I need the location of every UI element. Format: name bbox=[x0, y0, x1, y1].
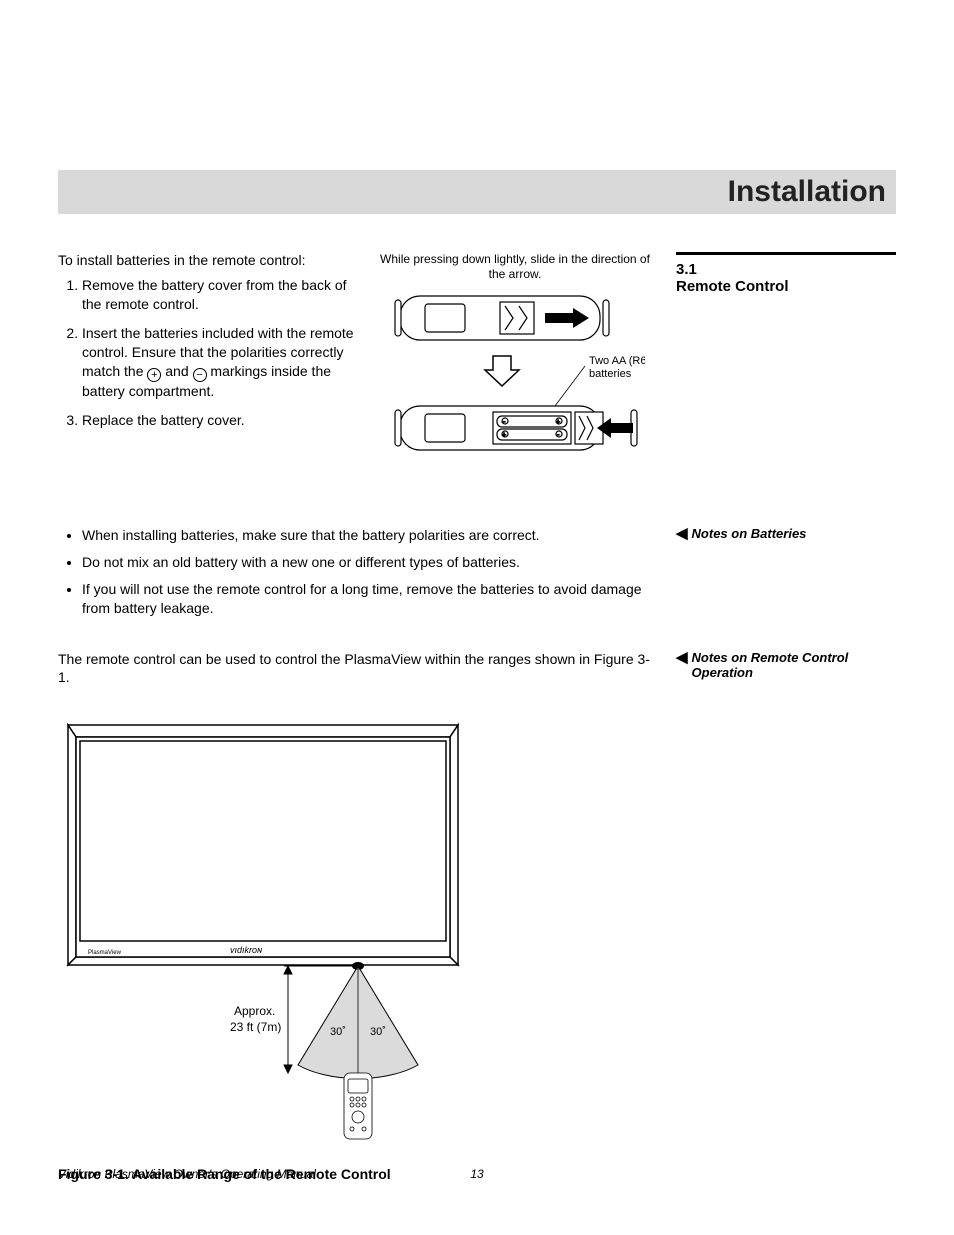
step-2-mid: and bbox=[161, 363, 192, 379]
triangle-left-icon: ◀ bbox=[676, 650, 688, 665]
battery-note-3: If you will not use the remote control f… bbox=[82, 580, 656, 618]
slide-caption: While pressing down lightly, slide in th… bbox=[374, 252, 656, 282]
battery-label-2: batteries bbox=[589, 368, 632, 380]
figure-3-1: vıdıkroɴ PlasmaView 30˚ 30˚ Approx. 23 f… bbox=[58, 715, 896, 1182]
side-note-op-line2: Operation bbox=[692, 665, 753, 680]
battery-notes-list: When installing batteries, make sure tha… bbox=[58, 526, 656, 626]
plus-icon: + bbox=[147, 368, 161, 382]
distance-label-2: 23 ft (7m) bbox=[230, 1020, 281, 1034]
tv-model: PlasmaView bbox=[88, 950, 122, 956]
minus-icon: − bbox=[193, 368, 207, 382]
footer-page: 13 bbox=[457, 1167, 497, 1181]
operation-row: The remote control can be used to contro… bbox=[58, 650, 896, 688]
angle-right: 30˚ bbox=[370, 1026, 386, 1038]
battery-note-2: Do not mix an old battery with a new one… bbox=[82, 553, 656, 572]
distance-label-1: Approx. bbox=[234, 1004, 275, 1018]
remote-battery-illustration: Two AA (R6) batteries - + + bbox=[385, 286, 645, 486]
battery-label-1: Two AA (R6) bbox=[589, 355, 645, 367]
side-note-op-line1: Notes on Remote Control bbox=[692, 650, 849, 665]
step-2: Insert the batteries included with the r… bbox=[82, 324, 358, 401]
battery-diagram: While pressing down lightly, slide in th… bbox=[374, 252, 656, 486]
chapter-title-bar: Installation bbox=[58, 170, 896, 214]
tv-brand: vıdıkroɴ bbox=[230, 945, 262, 955]
side-note-batteries-text: Notes on Batteries bbox=[692, 526, 807, 541]
section-number: 3.1 bbox=[676, 261, 896, 278]
step-3: Replace the battery cover. bbox=[82, 411, 358, 430]
triangle-left-icon: ◀ bbox=[676, 526, 688, 541]
angle-left: 30˚ bbox=[330, 1026, 346, 1038]
battery-note-1: When installing batteries, make sure tha… bbox=[82, 526, 656, 545]
operation-text: The remote control can be used to contro… bbox=[58, 650, 656, 688]
section-title: Remote Control bbox=[676, 278, 896, 295]
footer-title: Vidikron PlasmaView Owner's Operating Ma… bbox=[58, 1167, 457, 1181]
chapter-title: Installation bbox=[728, 175, 886, 209]
step-1: Remove the battery cover from the back o… bbox=[82, 276, 358, 314]
content-row-1: To install batteries in the remote contr… bbox=[58, 252, 896, 486]
battery-notes-row: When installing batteries, make sure tha… bbox=[58, 526, 896, 626]
page-footer: Vidikron PlasmaView Owner's Operating Ma… bbox=[58, 1167, 896, 1181]
side-note-operation: ◀ Notes on Remote Control Operation bbox=[676, 650, 896, 680]
remote-range-illustration: vıdıkroɴ PlasmaView 30˚ 30˚ Approx. 23 f… bbox=[58, 715, 478, 1145]
intro-text: To install batteries in the remote contr… bbox=[58, 252, 358, 268]
side-note-batteries: ◀ Notes on Batteries bbox=[676, 526, 896, 541]
install-steps: Remove the battery cover from the back o… bbox=[58, 276, 358, 430]
section-rule bbox=[676, 252, 896, 255]
side-note-operation-text: Notes on Remote Control Operation bbox=[692, 650, 849, 680]
svg-text:+: + bbox=[556, 419, 560, 426]
svg-text:+: + bbox=[502, 432, 506, 439]
